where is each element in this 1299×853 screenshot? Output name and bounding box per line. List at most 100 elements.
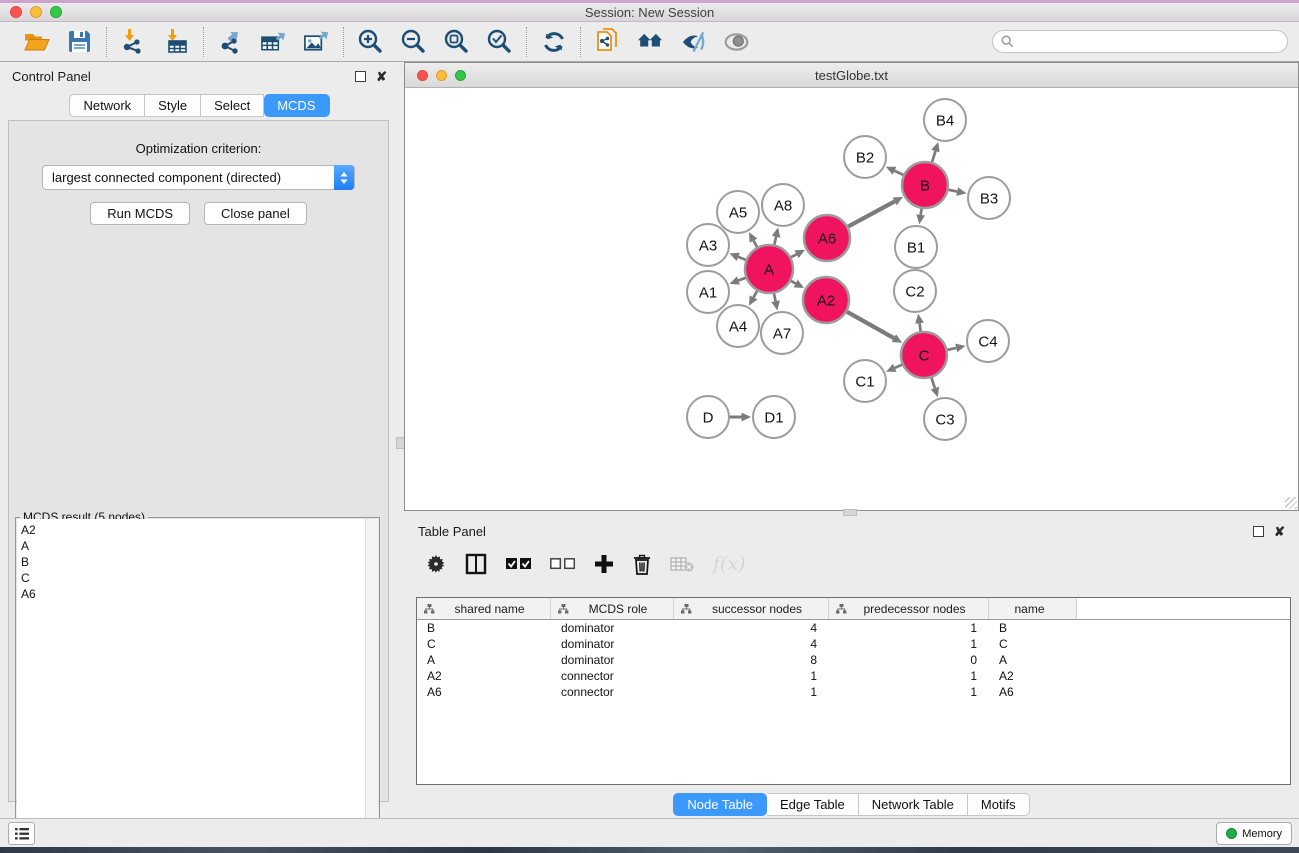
import-table-icon[interactable] — [163, 28, 190, 55]
minimize-window-button[interactable] — [30, 6, 42, 18]
graph-edge-A-A2[interactable] — [791, 281, 796, 284]
close-panel-button[interactable]: Close panel — [204, 202, 307, 225]
close-panel-icon[interactable]: ✘ — [376, 71, 387, 82]
import-network-icon[interactable] — [120, 28, 147, 55]
table-cell[interactable]: 1 — [829, 620, 989, 636]
table-cell[interactable]: A — [989, 652, 1077, 668]
tab-node-table[interactable]: Node Table — [673, 793, 767, 816]
new-network-from-selection-icon[interactable] — [594, 28, 621, 55]
table-cell[interactable]: 1 — [829, 636, 989, 652]
float-table-panel-icon[interactable] — [1253, 526, 1264, 537]
memory-button[interactable]: Memory — [1216, 822, 1292, 845]
close-window-button[interactable] — [10, 6, 22, 18]
save-session-icon[interactable] — [66, 28, 93, 55]
graph-edge-B-B2[interactable] — [894, 171, 903, 175]
table-cell[interactable]: C — [417, 636, 551, 652]
style-eye-icon[interactable] — [680, 28, 707, 55]
close-table-panel-icon[interactable]: ✘ — [1274, 526, 1285, 537]
deselect-all-icon[interactable] — [550, 552, 575, 576]
table-cell[interactable]: B — [989, 620, 1077, 636]
table-row[interactable]: A6connector11A6 — [417, 684, 1290, 700]
tab-select[interactable]: Select — [201, 94, 264, 117]
open-session-icon[interactable] — [23, 28, 50, 55]
result-item[interactable]: A6 — [21, 586, 374, 602]
network-canvas[interactable]: AA6A2BCA5A8A3A1A4A7B4B2B3B1C2C4C1C3DD1 — [405, 88, 1298, 510]
table-cell[interactable]: A6 — [417, 684, 551, 700]
zoom-selected-icon[interactable] — [486, 28, 513, 55]
network-window-titlebar[interactable]: testGlobe.txt — [405, 63, 1298, 88]
graph-edge-B-B3[interactable] — [949, 190, 958, 192]
table-cell[interactable]: 0 — [829, 652, 989, 668]
table-cell[interactable]: 1 — [829, 684, 989, 700]
graph-edge-C-C4[interactable] — [947, 348, 956, 350]
node-table[interactable]: shared nameMCDS rolesuccessor nodesprede… — [416, 597, 1291, 785]
table-cell[interactable]: connector — [551, 668, 674, 684]
result-item[interactable]: A2 — [21, 522, 374, 538]
graph-edge-A-A4[interactable] — [754, 291, 758, 297]
function-builder-icon[interactable]: f(x) — [713, 552, 746, 576]
column-header-MCDS-role[interactable]: MCDS role — [551, 598, 674, 619]
tab-network-table[interactable]: Network Table — [859, 793, 968, 816]
refresh-layout-icon[interactable] — [540, 28, 567, 55]
table-cell[interactable]: connector — [551, 684, 674, 700]
column-header-successor-nodes[interactable]: successor nodes — [674, 598, 829, 619]
network-close-button[interactable] — [417, 70, 428, 81]
graph-edge-C-C3[interactable] — [931, 378, 934, 388]
graph-edge-A6-B[interactable] — [848, 201, 895, 226]
select-all-icon[interactable] — [506, 552, 531, 576]
table-row[interactable]: Bdominator41B — [417, 620, 1290, 636]
network-minimize-button[interactable] — [436, 70, 447, 81]
column-header-name[interactable]: name — [989, 598, 1077, 619]
table-settings-gear-icon[interactable] — [426, 552, 446, 576]
column-header-shared-name[interactable]: shared name — [417, 598, 551, 619]
tab-network[interactable]: Network — [69, 94, 145, 117]
zoom-out-icon[interactable] — [400, 28, 427, 55]
graph-edge-B-B1[interactable] — [921, 209, 922, 215]
graph-edge-A-A1[interactable] — [738, 278, 745, 281]
home-view-icon[interactable] — [637, 28, 664, 55]
table-cell[interactable]: 4 — [674, 636, 829, 652]
graph-edge-C-C1[interactable] — [895, 365, 902, 368]
search-input[interactable] — [1018, 35, 1279, 49]
result-item[interactable]: B — [21, 554, 374, 570]
zoom-fit-icon[interactable] — [443, 28, 470, 55]
delete-table-icon[interactable] — [670, 552, 694, 576]
tab-style[interactable]: Style — [145, 94, 201, 117]
graph-edge-B-B4[interactable] — [932, 151, 935, 162]
export-table-icon[interactable] — [260, 28, 287, 55]
horizontal-divider-grip[interactable] — [843, 509, 857, 516]
delete-row-icon[interactable] — [633, 552, 651, 576]
table-cell[interactable]: C — [989, 636, 1077, 652]
network-zoom-button[interactable] — [455, 70, 466, 81]
table-cell[interactable]: A2 — [989, 668, 1077, 684]
table-cell[interactable]: B — [417, 620, 551, 636]
float-panel-icon[interactable] — [355, 71, 366, 82]
console-button[interactable] — [8, 822, 35, 845]
table-cell[interactable]: 1 — [674, 684, 829, 700]
graph-edge-A-A5[interactable] — [754, 241, 758, 247]
table-cell[interactable]: A2 — [417, 668, 551, 684]
show-column-icon[interactable] — [465, 552, 487, 576]
graph-edge-A-A6[interactable] — [791, 254, 797, 257]
table-row[interactable]: A2connector11A2 — [417, 668, 1290, 684]
graph-edge-A-A7[interactable] — [774, 293, 776, 301]
table-cell[interactable]: dominator — [551, 652, 674, 668]
zoom-window-button[interactable] — [50, 6, 62, 18]
table-cell[interactable]: dominator — [551, 636, 674, 652]
tab-motifs[interactable]: Motifs — [968, 793, 1030, 816]
table-cell[interactable]: A — [417, 652, 551, 668]
result-list-scrollbar[interactable] — [365, 519, 378, 852]
window-resize-grip[interactable] — [1285, 497, 1297, 509]
run-mcds-button[interactable]: Run MCDS — [90, 202, 190, 225]
table-cell[interactable]: 8 — [674, 652, 829, 668]
table-cell[interactable]: 1 — [674, 668, 829, 684]
zoom-in-icon[interactable] — [357, 28, 384, 55]
table-row[interactable]: Adominator80A — [417, 652, 1290, 668]
table-cell[interactable]: 1 — [829, 668, 989, 684]
table-cell[interactable]: dominator — [551, 620, 674, 636]
table-cell[interactable]: A6 — [989, 684, 1077, 700]
table-row[interactable]: Cdominator41C — [417, 636, 1290, 652]
result-item[interactable]: C — [21, 570, 374, 586]
add-row-icon[interactable] — [594, 552, 614, 576]
result-item[interactable]: A — [21, 538, 374, 554]
